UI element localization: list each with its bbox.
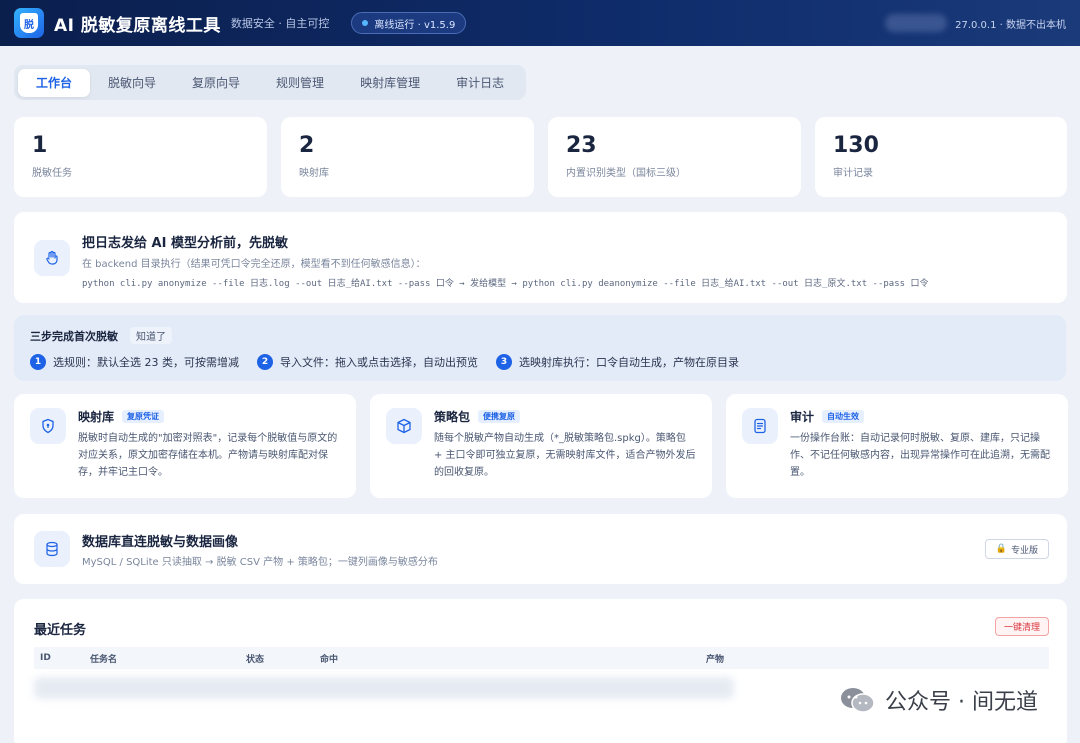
pro-edition-button[interactable]: 🔒 专业版: [984, 539, 1049, 559]
feature-title: 映射库: [78, 410, 115, 424]
hand-icon: [34, 240, 70, 276]
quick-start-steps: 三步完成首次脱敏 知道了 1 选规则：默认全选 23 类，可按需增减 2 导入文件：…: [14, 315, 1066, 381]
tab-mapping-management[interactable]: 映射库管理: [342, 69, 438, 97]
cli-command: python cli.py anonymize --file 日志.log --…: [82, 279, 929, 289]
tab-rule-management[interactable]: 规则管理: [258, 69, 342, 97]
stat-label: 内置识别类型（国标三级）: [566, 168, 686, 179]
database-title: 数据库直连脱敏与数据画像: [82, 535, 239, 550]
database-card[interactable]: 数据库直连脱敏与数据画像 MySQL / SQLite 只读抽取 → 脱敏 CS…: [14, 514, 1067, 584]
tab-workbench[interactable]: 工作台: [18, 68, 91, 97]
package-icon: [386, 408, 422, 444]
column-task-name: 任务名: [90, 654, 118, 665]
stat-value: 23: [566, 133, 597, 158]
step-text: 导入文件：拖入或点击选择，自动出预览: [280, 356, 478, 369]
pro-label: 专业版: [1010, 545, 1038, 556]
clear-all-button[interactable]: 一键清理: [994, 617, 1049, 636]
stat-card-mappings: 2 映射库: [281, 117, 534, 197]
column-status: 状态: [246, 654, 265, 665]
header-right: 27.0.0.1 · 数据不出本机: [885, 14, 1066, 32]
main-tabs: 工作台 脱敏向导 复原向导 规则管理 映射库管理 审计日志: [14, 65, 527, 100]
status-dot-icon: [362, 20, 369, 26]
watermark-text: 公众号 · 间无道: [885, 690, 1038, 715]
app-title: AI 脱敏复原离线工具: [54, 15, 221, 36]
shield-icon: [30, 408, 66, 444]
app-logo: 脱: [14, 8, 44, 38]
step-item: 1 选规则：默认全选 23 类，可按需增减: [30, 354, 239, 370]
steps-title: 三步完成首次脱敏: [30, 329, 118, 343]
tab-audit-log[interactable]: 审计日志: [438, 69, 522, 97]
step-item: 3 选映射库执行：口令自动生成，产物在原目录: [496, 354, 739, 370]
tab-restore-wizard[interactable]: 复原向导: [174, 69, 258, 97]
chat-bubbles-icon: [839, 686, 875, 714]
stat-label: 脱敏任务: [32, 168, 72, 179]
feature-badge: 自动生效: [822, 410, 865, 423]
feature-title: 审计: [790, 410, 815, 424]
feature-description: 脱敏时自动生成的"加密对照表"，记录每个脱敏值与原文的对应关系，原文加密存储在本…: [78, 433, 338, 478]
tasks-table-header: ID 任务名 状态 命中 产物: [34, 647, 1049, 669]
feature-title: 策略包: [434, 410, 471, 424]
status-text: 离线运行 · v1.5.9: [374, 19, 456, 31]
database-description: MySQL / SQLite 只读抽取 → 脱敏 CSV 产物 + 策略包；一键…: [82, 557, 438, 568]
step-number: 3: [496, 354, 512, 370]
step-number: 1: [30, 354, 46, 370]
document-icon: [742, 408, 778, 444]
stat-value: 1: [32, 133, 48, 158]
column-id: ID: [40, 653, 51, 663]
app-subtitle: 数据安全 · 自主可控: [230, 17, 330, 30]
stat-card-types: 23 内置识别类型（国标三级）: [548, 117, 801, 197]
app-header: 脱 AI 脱敏复原离线工具 数据安全 · 自主可控 离线运行 · v1.5.9 …: [0, 0, 1080, 46]
feature-card-policy: 策略包 便携复原 随每个脱敏产物自动生成（*_脱敏策略包.spkg）。策略包 + …: [370, 394, 712, 498]
lock-icon: 🔒: [995, 544, 1007, 554]
stat-label: 审计记录: [833, 168, 873, 179]
feature-card-audit: 审计 自动生效 一份操作台账：自动记录何时脱敏、复原、建库，只记操作、不记任何敏感…: [726, 394, 1068, 498]
column-output: 产物: [706, 654, 725, 665]
anonymize-hint-card: 把日志发给 AI 模型分析前，先脱敏 在 backend 目录执行（结果可凭口令…: [14, 212, 1067, 303]
feature-card-mapping: 映射库 复原凭证 脱敏时自动生成的"加密对照表"，记录每个脱敏值与原文的对应关系，…: [14, 394, 356, 498]
watermark: 公众号 · 间无道: [833, 682, 1044, 718]
dismiss-steps-button[interactable]: 知道了: [130, 327, 172, 344]
feature-description: 一份操作台账：自动记录何时脱敏、复原、建库，只记操作、不记任何敏感内容，出现异常…: [790, 433, 1050, 478]
step-item: 2 导入文件：拖入或点击选择，自动出预览: [257, 354, 478, 370]
feature-description: 随每个脱敏产物自动生成（*_脱敏策略包.spkg）。策略包 + 主口令即可独立复…: [434, 433, 696, 478]
logo-shield-icon: 脱: [20, 13, 38, 33]
column-hits: 命中: [320, 654, 339, 665]
database-icon: [34, 531, 70, 567]
stat-value: 130: [833, 133, 879, 158]
step-text: 选映射库执行：口令自动生成，产物在原目录: [519, 356, 739, 369]
feature-badge: 复原凭证: [122, 410, 165, 423]
hint-title: 把日志发给 AI 模型分析前，先脱敏: [82, 236, 288, 251]
recent-tasks-title: 最近任务: [34, 623, 87, 638]
stat-card-tasks: 1 脱敏任务: [14, 117, 267, 197]
stat-card-audit: 130 审计记录: [815, 117, 1067, 197]
stat-value: 2: [299, 133, 315, 158]
step-text: 选规则：默认全选 23 类，可按需增减: [53, 356, 239, 369]
recent-tasks-card: 最近任务 一键清理 ID 任务名 状态 命中 产物: [14, 599, 1067, 743]
local-address-text: 27.0.0.1 · 数据不出本机: [955, 19, 1066, 31]
table-row[interactable]: [34, 677, 734, 699]
feature-badge: 便携复原: [478, 410, 521, 423]
step-number: 2: [257, 354, 273, 370]
hint-description: 在 backend 目录执行（结果可凭口令完全还原，模型看不到任何敏感信息）：: [82, 259, 426, 270]
user-avatar[interactable]: [885, 14, 948, 32]
stat-label: 映射库: [299, 168, 329, 179]
offline-status-badge: 离线运行 · v1.5.9: [351, 12, 467, 34]
tab-anonymize-wizard[interactable]: 脱敏向导: [90, 69, 174, 97]
